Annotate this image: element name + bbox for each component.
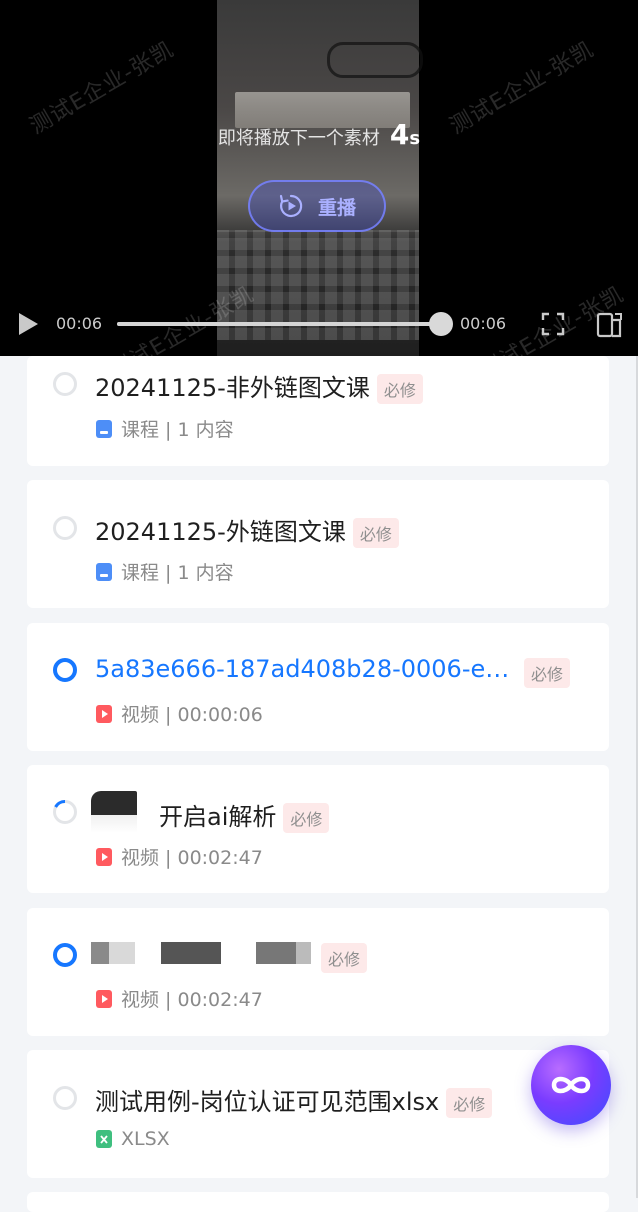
player-controls: 00:06 00:06 (0, 300, 638, 346)
list-item-meta: 视频 | 00:02:47 (95, 985, 263, 1012)
meta-text: XLSX (121, 1128, 170, 1150)
list-item[interactable]: 20241125-外链图文课 必修 课程 | 1 内容 (27, 480, 609, 608)
redacted-block (91, 791, 137, 815)
status-todo-icon (53, 1086, 77, 1110)
list-item-title: 5a83e666-187ad408b28-0006-e… (95, 655, 531, 683)
item-title-text: 测试用例-岗位认证可见范围xlsx (95, 1088, 440, 1116)
meta-text: 课程 | 1 内容 (121, 562, 234, 584)
replay-button[interactable]: 重播 (248, 180, 386, 232)
video-file-icon (96, 847, 112, 866)
replay-label: 重播 (317, 196, 356, 219)
progress-handle[interactable] (429, 312, 453, 336)
list-item-meta: 课程 | 1 内容 (95, 415, 234, 442)
progress-arc-icon (54, 800, 66, 808)
course-book-icon (96, 562, 112, 581)
fullscreen-icon[interactable] (541, 312, 565, 336)
status-in-progress-icon (53, 800, 77, 824)
list-item-title: 测试用例-岗位认证可见范围xlsx 必修 (95, 1082, 493, 1118)
required-badge: 必修 (524, 658, 571, 688)
meta-text: 视频 | 00:00:06 (121, 704, 263, 726)
list-item[interactable]: 测试用例-岗位认证可见范围xlsx 必修 XLSX (27, 1050, 609, 1178)
play-icon[interactable] (16, 312, 40, 336)
item-title-text: 5a83e666-187ad408b28-0006-e… (95, 655, 510, 683)
list-item-meta: XLSX (95, 1128, 170, 1150)
replay-icon (279, 194, 303, 218)
xlsx-file-icon (96, 1130, 112, 1148)
video-scene-glasses (327, 42, 423, 78)
item-title-text: 20241125-外链图文课 (95, 518, 346, 546)
list-item[interactable]: 20241125-非外链图文课 必修 课程 | 1 内容 (27, 356, 609, 466)
status-active-icon (53, 658, 77, 682)
video-file-icon (96, 704, 112, 723)
meta-text: 课程 | 1 内容 (121, 419, 234, 441)
list-item[interactable]: 5a83e666-187ad408b28-0006-e… 必修 视频 | 00:… (27, 623, 609, 751)
video-file-icon (96, 989, 112, 1008)
redacted-block (91, 815, 137, 833)
required-badge: 必修 (283, 803, 330, 833)
current-time: 00:06 (56, 314, 103, 333)
picture-in-picture-icon[interactable] (596, 310, 624, 338)
list-item[interactable] (27, 1192, 609, 1212)
ai-assistant-button[interactable] (531, 1045, 611, 1125)
meta-text: 视频 | 00:02:47 (121, 989, 263, 1011)
required-badge: 必修 (376, 374, 423, 404)
video-player[interactable]: 测试E企业-张凯 测试E企业-张凯 测试E企业-张凯 测试E企业-张凯 即将播放… (0, 0, 638, 356)
progress-fill (117, 322, 441, 326)
infinity-icon (551, 1076, 591, 1094)
list-item-title: 20241125-非外链图文课 必修 (95, 368, 423, 404)
item-title-text: 20241125-非外链图文课 (95, 374, 370, 402)
status-todo-icon (53, 372, 77, 396)
list-item-title: 20241125-外链图文课 必修 (95, 512, 399, 548)
list-item-meta: 课程 | 1 内容 (95, 558, 234, 585)
status-todo-icon (53, 516, 77, 540)
required-badge: 必修 (352, 518, 399, 548)
next-material-tip: 即将播放下一个素材 4s (0, 118, 638, 151)
countdown-unit: s (409, 128, 421, 149)
course-book-icon (96, 419, 112, 438)
countdown-value: 4 (389, 118, 410, 151)
list-item-meta: 视频 | 00:02:47 (95, 843, 263, 870)
redacted-title-block (91, 942, 311, 964)
status-active-icon (53, 943, 77, 967)
required-badge: 必修 (446, 1088, 493, 1118)
progress-bar[interactable] (117, 322, 441, 326)
item-title-text: 开启ai解析 (159, 803, 277, 831)
total-time: 00:06 (460, 314, 507, 333)
required-badge: 必修 (321, 943, 368, 973)
next-tip-text: 即将播放下一个素材 (217, 128, 380, 149)
list-item[interactable]: 必修 视频 | 00:02:47 (27, 908, 609, 1036)
list-item-title: 开启ai解析 必修 (159, 797, 330, 833)
list-item-meta: 视频 | 00:00:06 (95, 700, 263, 727)
list-item[interactable]: 开启ai解析 必修 视频 | 00:02:47 (27, 765, 609, 893)
meta-text: 视频 | 00:02:47 (121, 847, 263, 869)
